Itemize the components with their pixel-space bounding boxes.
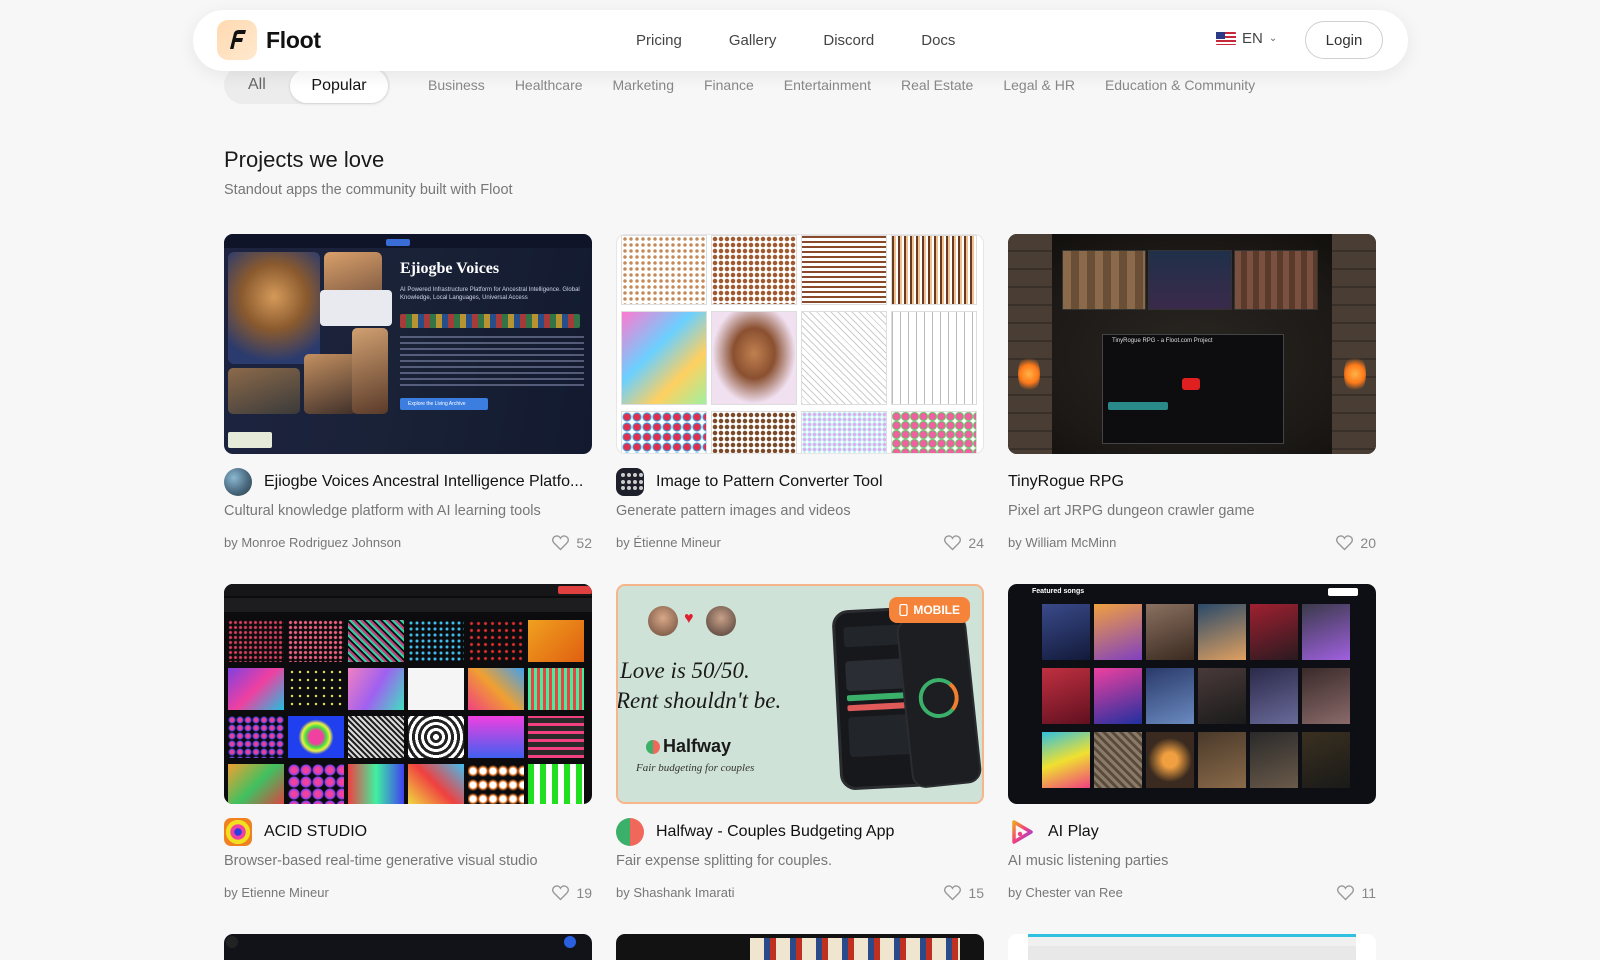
project-author[interactable]: by Shashank Imarati (616, 885, 735, 900)
section-subtitle: Standout apps the community built with F… (224, 182, 513, 198)
project-author[interactable]: by Etienne Mineur (224, 885, 329, 900)
project-title[interactable]: Halfway - Couples Budgeting App (656, 823, 894, 841)
brand-logo[interactable]: Floot (217, 20, 321, 60)
nav-links: Pricing Gallery Discord Docs (636, 10, 1002, 71)
like-button[interactable]: 11 (1336, 884, 1376, 901)
sort-toggle: All Popular (224, 66, 390, 104)
category-legal-hr[interactable]: Legal & HR (1003, 77, 1075, 93)
phone-icon (899, 604, 908, 616)
category-healthcare[interactable]: Healthcare (515, 77, 583, 93)
project-card[interactable]: ♥ Love is 50/50. Rent shouldn't be. Half… (616, 584, 984, 901)
heart-icon (552, 535, 570, 551)
section-title: Projects we love (224, 147, 385, 172)
project-card[interactable]: Image to Pattern Converter Tool Generate… (616, 234, 984, 551)
like-button[interactable]: 24 (943, 534, 984, 551)
nav-link-gallery[interactable]: Gallery (729, 32, 777, 49)
thumb-tagline: Fair budgeting for couples (636, 762, 755, 774)
halfway-app-icon (616, 818, 644, 846)
thumb-video-title: TinyRogue RPG - a Floot.com Project (1112, 338, 1213, 344)
heart-icon (944, 885, 962, 901)
nav-link-discord[interactable]: Discord (823, 32, 874, 49)
project-description: AI music listening parties (1008, 853, 1169, 869)
category-list: Business Healthcare Marketing Finance En… (428, 77, 1285, 93)
project-title[interactable]: AI Play (1048, 823, 1099, 841)
pattern-app-icon (616, 468, 644, 496)
like-count: 20 (1360, 534, 1376, 551)
heart-icon (944, 535, 962, 551)
like-button[interactable]: 52 (551, 534, 592, 551)
project-description: Cultural knowledge platform with AI lear… (224, 503, 541, 519)
project-card[interactable]: ACID STUDIO Browser-based real-time gene… (224, 584, 592, 901)
project-thumbnail[interactable] (1008, 934, 1376, 960)
acid-studio-app-icon (224, 818, 252, 846)
language-label: EN (1242, 30, 1263, 47)
thumb-heading: Featured songs (1032, 588, 1085, 595)
project-author[interactable]: by Monroe Rodriguez Johnson (224, 535, 401, 550)
like-count: 24 (968, 534, 984, 551)
play-app-icon (1008, 818, 1036, 846)
thumb-line-2: Rent shouldn't be. (616, 688, 782, 713)
chevron-down-icon: ⌄ (1268, 33, 1278, 44)
project-author[interactable]: by William McMinn (1008, 535, 1116, 550)
like-button[interactable]: 15 (943, 884, 984, 901)
thumb-subheading: AI Powered Infrastructure Platform for A… (400, 287, 580, 301)
project-title[interactable]: ACID STUDIO (264, 823, 367, 841)
category-education-community[interactable]: Education & Community (1105, 77, 1255, 93)
project-description: Generate pattern images and videos (616, 503, 851, 519)
project-thumbnail[interactable] (616, 934, 984, 960)
project-card[interactable]: TinyRogue RPG - a Floot.com Project Tiny… (1008, 234, 1376, 551)
project-card[interactable]: Ejiogbe Voices AI Powered Infrastructure… (224, 234, 592, 551)
project-thumbnail[interactable] (224, 934, 592, 960)
project-thumbnail[interactable]: TinyRogue RPG - a Floot.com Project (1008, 234, 1376, 454)
project-thumbnail[interactable]: ♥ Love is 50/50. Rent shouldn't be. Half… (616, 584, 984, 804)
thumb-heading: Ejiogbe Voices (400, 260, 500, 277)
category-finance[interactable]: Finance (704, 77, 754, 93)
filter-popular[interactable]: Popular (290, 69, 388, 103)
project-thumbnail[interactable]: Ejiogbe Voices AI Powered Infrastructure… (224, 234, 592, 454)
project-card[interactable]: Featured songs AI Play AI music listenin… (1008, 584, 1376, 901)
project-thumbnail[interactable] (616, 234, 984, 454)
category-entertainment[interactable]: Entertainment (784, 77, 871, 93)
heart-icon (552, 885, 570, 901)
project-title[interactable]: Ejiogbe Voices Ancestral Intelligence Pl… (264, 473, 583, 491)
category-real-estate[interactable]: Real Estate (901, 77, 973, 93)
halfway-logo-icon (646, 739, 660, 754)
mobile-badge: MOBILE (889, 597, 970, 623)
category-marketing[interactable]: Marketing (613, 77, 674, 93)
project-title[interactable]: Image to Pattern Converter Tool (656, 473, 883, 491)
login-button[interactable]: Login (1305, 21, 1383, 59)
project-author[interactable]: by Étienne Mineur (616, 535, 721, 550)
thumb-line-1: Love is 50/50. (620, 658, 750, 683)
heart-icon (1337, 885, 1355, 901)
floot-logo-icon (217, 20, 257, 60)
thumb-brand: Halfway (663, 736, 732, 756)
nav-link-pricing[interactable]: Pricing (636, 32, 682, 49)
globe-app-icon (224, 468, 252, 496)
heart-icon: ♥ (684, 610, 694, 627)
thumb-cta: Explore the Living Archive (400, 398, 488, 410)
like-count: 11 (1361, 884, 1376, 901)
project-thumbnail[interactable]: Featured songs (1008, 584, 1376, 804)
project-thumbnail[interactable] (224, 584, 592, 804)
language-selector[interactable]: EN ⌄ (1216, 30, 1277, 47)
heart-icon (1336, 535, 1354, 551)
like-button[interactable]: 20 (1335, 534, 1376, 551)
brand-name: Floot (266, 26, 321, 53)
project-description: Fair expense splitting for couples. (616, 853, 832, 869)
category-business[interactable]: Business (428, 77, 485, 93)
top-navbar: Floot Pricing Gallery Discord Docs EN ⌄ … (193, 10, 1408, 71)
like-button[interactable]: 19 (551, 884, 592, 901)
filter-all[interactable]: All (248, 76, 266, 94)
like-count: 52 (576, 534, 592, 551)
like-count: 19 (576, 884, 592, 901)
project-description: Pixel art JRPG dungeon crawler game (1008, 503, 1255, 519)
us-flag-icon (1216, 32, 1236, 45)
like-count: 15 (968, 884, 984, 901)
nav-link-docs[interactable]: Docs (921, 32, 955, 49)
project-title[interactable]: TinyRogue RPG (1008, 473, 1124, 491)
project-author[interactable]: by Chester van Ree (1008, 885, 1123, 900)
project-description: Browser-based real-time generative visua… (224, 853, 538, 869)
filter-bar: All Popular Business Healthcare Marketin… (224, 66, 1404, 106)
